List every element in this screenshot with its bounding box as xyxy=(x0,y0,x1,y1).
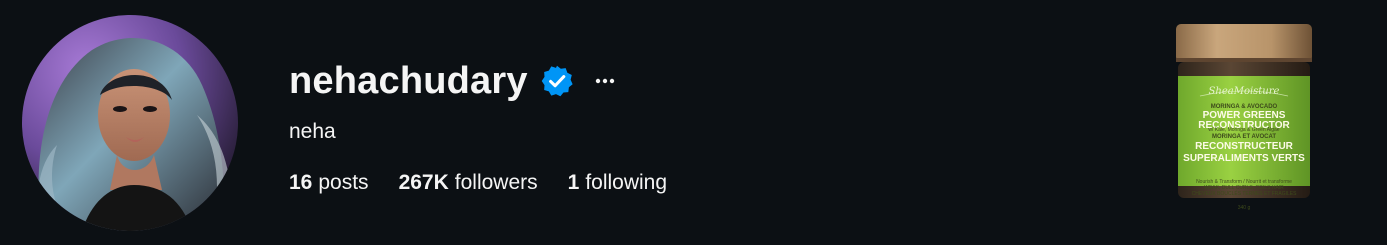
following-label: following xyxy=(585,171,668,194)
profile-stats: 16 posts 267K followers 1 following xyxy=(289,172,697,193)
followers-stat[interactable]: 267K followers xyxy=(399,172,538,193)
product-brand: SheaMoisture xyxy=(1208,86,1280,97)
product-line-6: SUPERALIMENTS VERTS xyxy=(1183,153,1305,164)
product-line-5: RECONSTRUCTEUR xyxy=(1195,141,1293,152)
posts-label: posts xyxy=(318,171,369,194)
profile-info: nehachudary neha 16 posts 267K followers… xyxy=(289,56,697,193)
username-row: nehachudary xyxy=(289,56,697,106)
profile-header: nehachudary neha 16 posts 267K followers… xyxy=(0,0,1387,245)
followers-label: followers xyxy=(454,171,538,194)
posts-count: 16 xyxy=(289,171,313,194)
product-line-9: CHEVEUX BOUCLÉS TERNES ET FRAGILES xyxy=(1191,191,1297,197)
avatar-image xyxy=(22,15,238,231)
following-count: 1 xyxy=(567,171,580,194)
following-stat[interactable]: 1 following xyxy=(568,172,667,193)
full-name: neha xyxy=(289,120,336,143)
more-options-icon[interactable] xyxy=(594,70,616,92)
followers-count: 267K xyxy=(398,171,449,194)
username: nehachudary xyxy=(289,60,528,102)
verified-badge-icon xyxy=(540,64,574,98)
product-line-4: MORINGA ET AVOCAT xyxy=(1212,134,1276,140)
product-image[interactable]: SheaMoisture MORINGA & AVOCADO POWER GRE… xyxy=(1170,24,1318,211)
product-line-10: 340 g xyxy=(1237,205,1251,211)
product-line-3: w/ Kale, Moringa & Green Algae xyxy=(1208,127,1280,133)
posts-stat[interactable]: 16 posts xyxy=(289,172,369,193)
profile-avatar[interactable] xyxy=(22,15,238,231)
